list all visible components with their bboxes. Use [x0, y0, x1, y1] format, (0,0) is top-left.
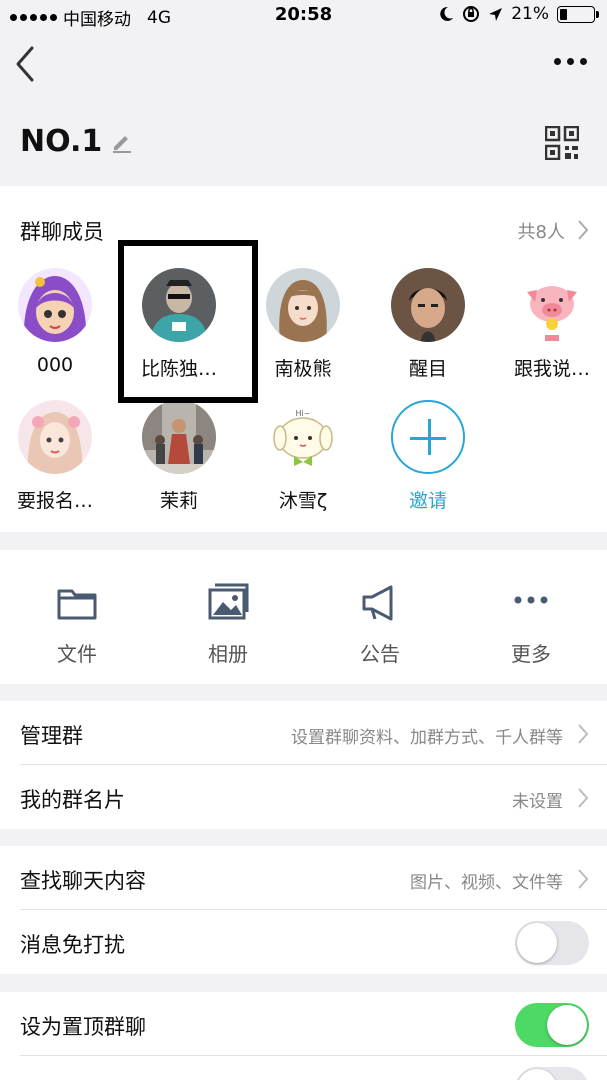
- chevron-right-icon: [578, 724, 589, 744]
- member-item[interactable]: Hi~ 沐雪ζ: [248, 400, 358, 513]
- pin-to-top-row: 设为置顶群聊: [0, 992, 607, 1056]
- photo-album-icon: [208, 583, 249, 620]
- status-right: 21%: [438, 4, 599, 24]
- pin-to-top-toggle[interactable]: [515, 1003, 589, 1047]
- album-button[interactable]: 相册: [178, 582, 278, 667]
- partial-toggle[interactable]: [515, 1067, 589, 1080]
- megaphone-icon: [362, 585, 393, 621]
- edit-pencil-icon[interactable]: [110, 130, 134, 154]
- chevron-right-icon: [578, 869, 589, 889]
- member-name: 醒目: [408, 358, 447, 380]
- search-chat-title: 查找聊天内容: [20, 869, 146, 893]
- avatar: [266, 268, 340, 342]
- search-chat-row[interactable]: 查找聊天内容 图片、视频、文件等: [0, 846, 607, 910]
- member-name: 茉莉: [159, 490, 198, 512]
- selection-highlight-box: [118, 240, 258, 403]
- members-count[interactable]: 共8人: [518, 218, 565, 244]
- avatar: [391, 268, 465, 342]
- announcement-label: 公告: [360, 642, 400, 666]
- avatar: [18, 268, 92, 342]
- do-not-disturb-toggle[interactable]: [515, 921, 589, 965]
- manage-group-row[interactable]: 管理群 设置群聊资料、加群方式、千人群等: [0, 701, 607, 765]
- avatar: [515, 268, 589, 342]
- member-item[interactable]: 要报名…: [0, 400, 110, 513]
- manage-group-title: 管理群: [20, 724, 83, 748]
- member-name: 沐雪ζ: [278, 490, 328, 512]
- invite-label: 邀请: [408, 490, 447, 512]
- svg-text:Hi~: Hi~: [296, 409, 311, 418]
- my-group-card-row[interactable]: 我的群名片 未设置: [0, 765, 607, 829]
- chevron-right-icon: [578, 220, 589, 240]
- avatar: [18, 400, 92, 474]
- back-button[interactable]: [12, 44, 42, 84]
- members-section: 群聊成员 共8人 000 比陈独… 南极熊 醒目 跟我说… 要报名… 茉莉 Hi…: [0, 186, 607, 532]
- member-item[interactable]: 000: [0, 268, 110, 376]
- group-name: NO.1: [20, 124, 103, 159]
- moon-icon: [440, 6, 454, 21]
- orientation-lock-icon: [463, 6, 480, 22]
- my-group-card-title: 我的群名片: [20, 788, 125, 812]
- member-name: 南极熊: [274, 358, 332, 380]
- do-not-disturb-title: 消息免打扰: [20, 933, 125, 957]
- pin-to-top-title: 设为置顶群聊: [20, 1015, 146, 1039]
- battery-percent: 21%: [511, 4, 549, 24]
- member-item[interactable]: 跟我说…: [497, 268, 607, 381]
- battery-icon: [557, 5, 599, 23]
- member-item[interactable]: 茉莉: [124, 400, 234, 513]
- plus-icon: [391, 400, 465, 474]
- chevron-right-icon: [578, 788, 589, 808]
- group-title-row: NO.1: [20, 124, 134, 159]
- files-label: 文件: [57, 642, 97, 666]
- member-name: 跟我说…: [513, 358, 590, 380]
- album-label: 相册: [208, 642, 248, 666]
- avatar: [142, 400, 216, 474]
- more-label: 更多: [511, 642, 551, 666]
- avatar: Hi~: [266, 400, 340, 474]
- member-name: 要报名…: [16, 490, 93, 512]
- qr-code-icon[interactable]: [545, 126, 579, 160]
- location-arrow-icon: [489, 7, 503, 21]
- manage-group-value: 设置群聊资料、加群方式、千人群等: [291, 728, 563, 748]
- search-chat-value: 图片、视频、文件等: [410, 873, 563, 893]
- announcement-button[interactable]: 公告: [330, 582, 430, 667]
- member-item[interactable]: 南极熊: [248, 268, 358, 381]
- status-bar: 中国移动 4G 20:58 21%: [0, 0, 607, 30]
- more-options-button[interactable]: [554, 58, 587, 65]
- partial-row[interactable]: [0, 1056, 607, 1080]
- more-dots-icon: [514, 596, 548, 604]
- members-title: 群聊成员: [20, 220, 104, 244]
- tools-section: 文件 相册 公告 更多: [0, 550, 607, 684]
- member-item[interactable]: 醒目: [373, 268, 483, 381]
- my-group-card-value: 未设置: [512, 792, 563, 812]
- more-button[interactable]: 更多: [481, 582, 581, 667]
- folder-icon: [57, 589, 97, 620]
- invite-button[interactable]: 邀请: [373, 400, 483, 513]
- member-name: 000: [36, 354, 74, 376]
- files-button[interactable]: 文件: [27, 582, 127, 667]
- do-not-disturb-row: 消息免打扰: [0, 910, 607, 974]
